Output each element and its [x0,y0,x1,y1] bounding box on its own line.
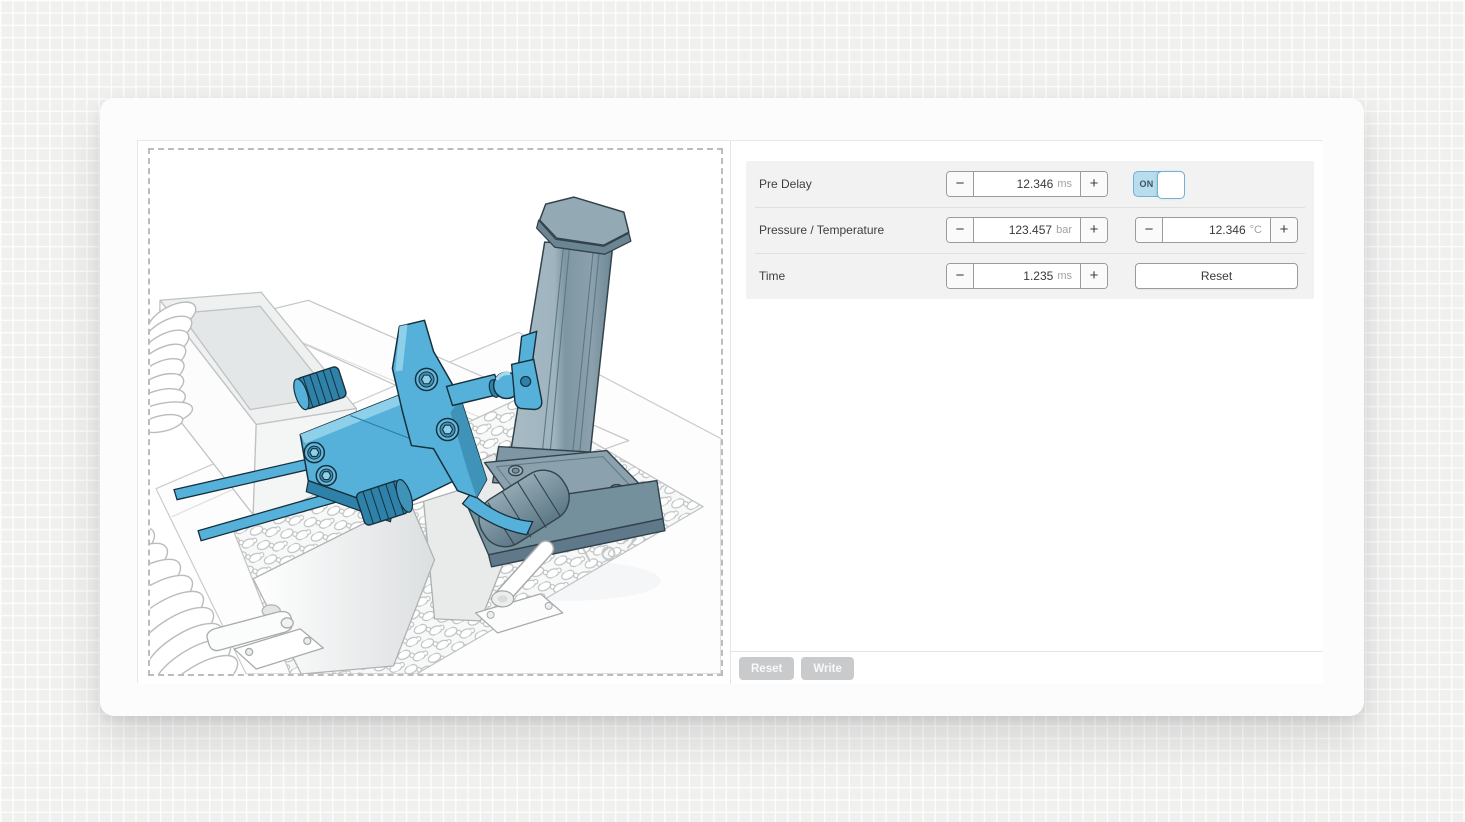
temperature-value: 12.346 [1209,223,1246,237]
pressure-decrement-button[interactable]: − [947,218,974,242]
temperature-stepper: − 12.346 °C + [1135,217,1298,243]
reset-button[interactable]: Reset [739,657,794,680]
parameters-pane: Pre Delay − 12.346 ms + ON [731,141,1323,684]
time-value: 1.235 [1023,269,1053,283]
param-row-pre-delay: Pre Delay − 12.346 ms + ON [746,161,1314,207]
machine-illustration [150,150,721,674]
pressure-value: 123.457 [1009,223,1052,237]
pre-delay-toggle[interactable]: ON [1133,171,1185,197]
action-bar: Reset Write [731,652,1323,684]
temperature-decrement-button[interactable]: − [1136,218,1163,242]
illustration-viewport[interactable] [138,141,731,684]
pre-delay-stepper: − 12.346 ms + [946,171,1108,197]
pressure-value-field[interactable]: 123.457 bar [974,218,1080,242]
content-area: Pre Delay − 12.346 ms + ON [137,140,1322,683]
param-row-time: Time − 1.235 ms + Reset [746,253,1314,299]
time-decrement-button[interactable]: − [947,264,974,288]
pressure-stepper: − 123.457 bar + [946,217,1108,243]
temperature-value-field[interactable]: 12.346 °C [1163,218,1270,242]
pre-delay-value: 12.346 [1017,177,1054,191]
pre-delay-value-field[interactable]: 12.346 ms [974,172,1080,196]
selection-frame [148,148,723,676]
time-label: Time [759,269,785,283]
time-value-field[interactable]: 1.235 ms [974,264,1080,288]
pressure-temperature-label: Pressure / Temperature [759,223,884,237]
pre-delay-increment-button[interactable]: + [1080,172,1107,196]
time-unit: ms [1057,270,1072,282]
param-row-pressure-temperature: Pressure / Temperature − 123.457 bar + −… [746,207,1314,253]
pre-delay-label: Pre Delay [759,177,812,191]
pressure-increment-button[interactable]: + [1080,218,1107,242]
pre-delay-unit: ms [1057,178,1072,190]
time-reset-button[interactable]: Reset [1135,263,1298,289]
pre-delay-decrement-button[interactable]: − [947,172,974,196]
parameters-panel: Pre Delay − 12.346 ms + ON [746,161,1314,299]
temperature-unit: °C [1250,224,1262,236]
time-increment-button[interactable]: + [1080,264,1107,288]
toggle-knob [1157,171,1185,199]
pressure-unit: bar [1056,224,1072,236]
toggle-on-label: ON [1134,179,1159,189]
temperature-increment-button[interactable]: + [1270,218,1297,242]
time-stepper: − 1.235 ms + [946,263,1108,289]
app-window: Pre Delay − 12.346 ms + ON [100,98,1364,716]
write-button[interactable]: Write [801,657,854,680]
